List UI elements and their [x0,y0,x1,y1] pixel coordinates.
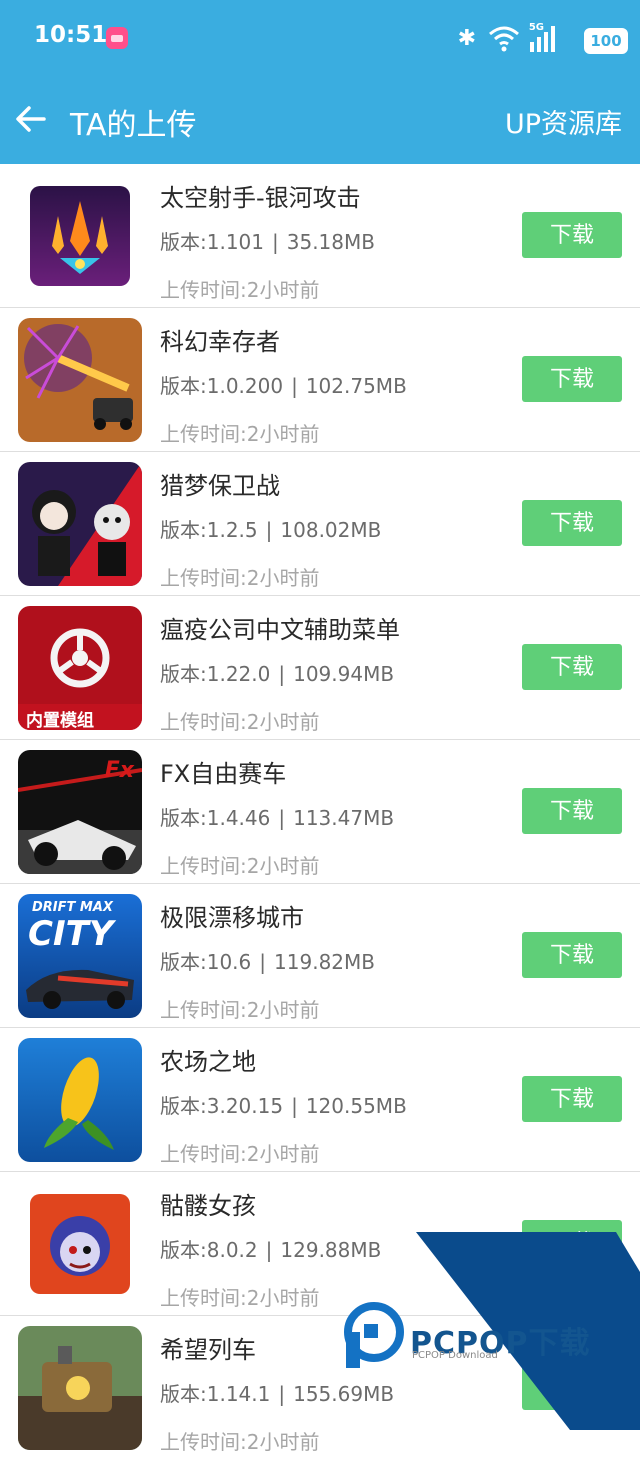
app-size: 108.02MB [280,518,382,542]
upload-time: 上传时间:2小时前 [160,710,320,734]
app-name: FX自由赛车 [160,760,287,788]
separator: | [272,230,279,254]
app-size: 119.82MB [274,950,375,974]
separator: | [291,1094,298,1118]
app-meta: 版本:1.101 | 35.18MB [160,226,375,255]
page-title: TA的上传 [70,108,197,143]
app-size: 120.55MB [305,1094,407,1118]
signal-icon [530,26,555,52]
app-name: 科幻幸存者 [160,328,280,356]
wifi-icon [489,26,519,52]
list-item[interactable]: 农场之地 版本:3.20.15 | 120.55MB 上传时间:2小时前 下载 [0,1028,640,1172]
app-meta: 版本:1.2.5 | 108.02MB [160,514,381,543]
app-version: 版本:1.14.1 [160,1382,271,1406]
app-icon-farmland [18,1038,142,1162]
app-size: 35.18MB [286,230,375,254]
download-button[interactable]: 下载 [522,644,622,690]
app-version: 版本:1.101 [160,230,264,254]
upload-time: 上传时间:2小时前 [160,1430,320,1454]
app-name: 极限漂移城市 [160,904,304,932]
watermark-subtext: PCPOP Download [412,1350,498,1361]
app-version: 版本:1.4.46 [160,806,271,830]
icon-badge-text: 内置模组 [26,711,94,730]
upload-time: 上传时间:2小时前 [160,1286,320,1310]
download-button[interactable]: 下载 [522,1076,622,1122]
upload-time: 上传时间:2小时前 [160,566,320,590]
download-button[interactable]: 下载 [522,500,622,546]
status-icons: ✱ 5G 100 [428,22,628,54]
list-item[interactable]: DRIFT MAX CITY 极限漂移城市 版本:10.6 | 119.82MB 上… [0,884,640,1028]
app-icon-skull-girl [30,1194,130,1294]
download-button[interactable]: 下载 [522,356,622,402]
app-size: 102.75MB [305,374,407,398]
list-item[interactable]: 科幻幸存者 版本:1.0.200 | 102.75MB 上传时间:2小时前 下载 [0,308,640,452]
download-button[interactable]: 下载 [522,212,622,258]
app-meta: 版本:10.6 | 119.82MB [160,946,375,975]
upload-time: 上传时间:2小时前 [160,1142,320,1166]
app-icon-plague-inc: 内置模组 [18,606,142,730]
app-name: 农场之地 [160,1048,256,1076]
back-arrow-icon[interactable] [14,102,48,136]
status-bar: 10:51 ✱ 5G 100 [0,0,640,78]
separator: | [278,1382,286,1406]
app-size: 109.94MB [293,662,395,686]
app-icon-space-shooter [30,186,130,286]
separator: | [265,1238,273,1262]
icon-logo-text-large: CITY [28,914,114,954]
battery-icon: 100 [584,28,628,54]
app-icon-hope-train [18,1326,142,1450]
app-version: 版本:1.22.0 [160,662,271,686]
icon-logo-text: Fx [104,758,134,783]
app-version: 版本:1.2.5 [160,518,258,542]
upload-time: 上传时间:2小时前 [160,278,320,302]
app-meta: 版本:1.22.0 | 109.94MB [160,658,394,687]
separator: | [259,950,267,974]
app-icon-scifi-survivor [18,318,142,442]
icon-logo-text: DRIFT MAX [32,900,113,915]
app-bar: TA的上传 UP资源库 [0,78,640,164]
download-button[interactable]: 下载 [522,788,622,834]
app-version: 版本:3.20.15 [160,1094,284,1118]
app-meta: 版本:1.0.200 | 102.75MB [160,370,407,399]
app-version: 版本:10.6 [160,950,252,974]
app-icon-drift-max-city: DRIFT MAX CITY [18,894,142,1018]
separator: | [291,374,298,398]
app-name: 希望列车 [160,1336,256,1364]
app-name: 太空射手-银河攻击 [160,184,361,212]
list-item[interactable]: 猎梦保卫战 版本:1.2.5 | 108.02MB 上传时间:2小时前 下载 [0,452,640,596]
download-button[interactable]: 下载 [522,932,622,978]
bluetooth-icon: ✱ [457,26,476,51]
upload-time: 上传时间:2小时前 [160,422,320,446]
list-item[interactable]: 内置模组 瘟疫公司中文辅助菜单 版本:1.22.0 | 109.94MB 上传时间:… [0,596,640,740]
app-name: 猎梦保卫战 [160,472,280,500]
app-meta: 版本:1.4.46 | 113.47MB [160,802,394,831]
app-size: 113.47MB [293,806,395,830]
app-meta: 版本:3.20.15 | 120.55MB [160,1090,407,1119]
separator: | [278,662,286,686]
notification-app-icon [106,27,128,49]
app-icon-fx-racer: Fx [18,750,142,874]
app-version: 版本:8.0.2 [160,1238,258,1262]
upload-time: 上传时间:2小时前 [160,998,320,1022]
status-time: 10:51 [34,22,108,48]
separator: | [265,518,273,542]
app-version: 版本:1.0.200 [160,374,284,398]
up-resource-library-link[interactable]: UP资源库 [505,102,622,141]
app-name: 瘟疫公司中文辅助菜单 [160,616,400,644]
list-item[interactable]: Fx FX自由赛车 版本:1.4.46 | 113.47MB 上传时间:2小时前 下… [0,740,640,884]
app-icon-dream-defense [18,462,142,586]
separator: | [278,806,286,830]
list-item[interactable]: 太空射手-银河攻击 版本:1.101 | 35.18MB 上传时间:2小时前 下载 [0,164,640,308]
upload-time: 上传时间:2小时前 [160,854,320,878]
app-name: 骷髅女孩 [160,1192,256,1220]
